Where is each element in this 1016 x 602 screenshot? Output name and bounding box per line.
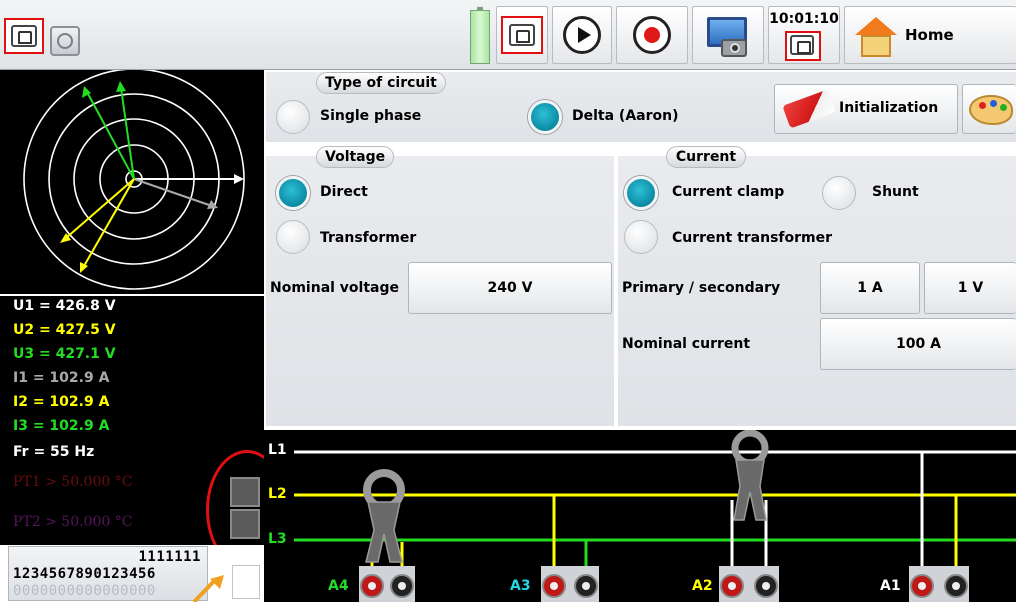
measure-i2: I2 = 102.9 A [13, 394, 110, 410]
play-button[interactable] [552, 6, 612, 64]
phasor-i3-head [116, 81, 126, 92]
channel-row-units: 1234567890123456 [13, 566, 156, 582]
current-clamp-a4 [363, 469, 405, 563]
play-icon [563, 16, 601, 54]
clock-channel-frame [785, 31, 821, 61]
screenshot-button[interactable] [692, 6, 764, 64]
record-icon [633, 16, 671, 54]
measure-i1: I1 = 102.9 A [13, 370, 110, 386]
nominal-current-field[interactable]: 100 A [820, 318, 1016, 370]
channel-grid: 1111111 1234567890123456 000000000000000… [8, 546, 208, 601]
instrument-button[interactable] [496, 6, 548, 64]
label-a4: A4 [328, 578, 349, 594]
phasor-i2-head [80, 262, 88, 273]
camera-icon [721, 39, 747, 57]
house-roof-icon [855, 17, 897, 35]
storage-disk-icon[interactable] [50, 26, 80, 56]
secondary-field[interactable]: 1 V [924, 262, 1016, 314]
label-l3: L3 [268, 531, 287, 547]
channel-scroll-box[interactable] [232, 565, 260, 599]
phasor-diagram [23, 70, 245, 290]
circuit-legend: Type of circuit [316, 72, 446, 94]
voltage-legend: Voltage [316, 146, 394, 168]
measure-i3: I3 = 102.9 A [13, 418, 110, 434]
eraser-icon [782, 89, 836, 129]
phasor-i1 [133, 178, 213, 207]
phasor-separator [0, 294, 264, 296]
play-triangle [578, 27, 591, 43]
channel-row-tens: 1111111 [138, 549, 201, 565]
wiring-diagram: L1 L2 L3 A4 A3 A2 A1 [264, 430, 1016, 602]
house-channel-icon [509, 24, 535, 46]
label-current-clamp: Current clamp [672, 184, 785, 200]
instrument-frame [501, 16, 543, 54]
input-a1-jacks [909, 566, 969, 602]
record-button[interactable] [616, 6, 688, 64]
primary-secondary-label: Primary / secondary [622, 280, 781, 296]
home-button[interactable]: Home [844, 6, 1016, 64]
input-a4-jacks [359, 566, 415, 602]
channel-strip[interactable]: 1111111 1234567890123456 000000000000000… [0, 545, 264, 602]
label-single-phase: Single phase [320, 108, 422, 124]
input-a3-jacks [541, 566, 599, 602]
top-toolbar: 10:01:10 Home [0, 0, 1016, 70]
palette-button[interactable] [962, 84, 1016, 134]
label-a1: A1 [880, 578, 901, 594]
label-transformer: Transformer [320, 230, 417, 246]
house-body-icon [861, 35, 891, 57]
label-shunt: Shunt [872, 184, 919, 200]
label-a3: A3 [510, 578, 531, 594]
clock-house-icon [790, 35, 814, 55]
label-a2: A2 [692, 578, 713, 594]
label-l1: L1 [268, 442, 287, 458]
pointer-arrow-icon [192, 575, 224, 602]
channel-row-state: 0000000000000000 [13, 583, 156, 599]
initialization-button[interactable]: Initialization [774, 84, 958, 134]
measure-u3: U3 = 427.1 V [13, 346, 116, 362]
nominal-voltage-field[interactable]: 240 V [408, 262, 612, 314]
initialization-label: Initialization [839, 100, 939, 116]
radio-shunt[interactable] [822, 176, 856, 210]
disk-platter-icon [57, 33, 73, 49]
primary-field[interactable]: 1 A [820, 262, 920, 314]
nominal-voltage-label: Nominal voltage [270, 280, 400, 296]
battery-terminal [477, 7, 483, 11]
clock-time: 10:01:10 [769, 11, 839, 27]
battery-icon [470, 7, 490, 64]
label-delta-aaron: Delta (Aaron) [572, 108, 679, 124]
wiring-svg [294, 430, 1016, 602]
home-icon [11, 25, 37, 47]
measure-pt2: PT2 > 50.000 °C [13, 514, 133, 530]
phasor-u1-head [234, 174, 244, 184]
current-clamp-a2 [731, 430, 769, 521]
radio-transformer[interactable] [276, 220, 310, 254]
measure-u2: U2 = 427.5 V [13, 322, 116, 338]
measure-pt1: PT1 > 50.000 °C [13, 474, 133, 490]
label-l2: L2 [268, 486, 287, 502]
current-legend: Current [666, 146, 746, 168]
label-direct: Direct [320, 184, 368, 200]
measure-u1: U1 = 426.8 V [13, 298, 116, 314]
home-channel-button[interactable] [4, 18, 44, 54]
radio-delta-aaron[interactable] [528, 100, 562, 134]
palette-icon [969, 95, 1013, 125]
label-current-transformer: Current transformer [672, 230, 833, 246]
radio-single-phase[interactable] [276, 100, 310, 134]
record-dot [644, 27, 660, 43]
nominal-current-label: Nominal current [622, 336, 751, 352]
radio-direct[interactable] [276, 176, 310, 210]
measure-frequency: Fr = 55 Hz [13, 444, 95, 460]
radio-current-transformer[interactable] [624, 220, 658, 254]
measurement-panel: U1 = 426.8 V U2 = 427.5 V U3 = 427.1 V I… [0, 70, 288, 602]
phasor-i2 [83, 178, 135, 267]
radio-current-clamp[interactable] [624, 176, 658, 210]
home-label: Home [905, 26, 954, 44]
input-a2-jacks [719, 566, 779, 602]
clock-panel: 10:01:10 [768, 6, 840, 64]
camera-lens [730, 43, 740, 53]
